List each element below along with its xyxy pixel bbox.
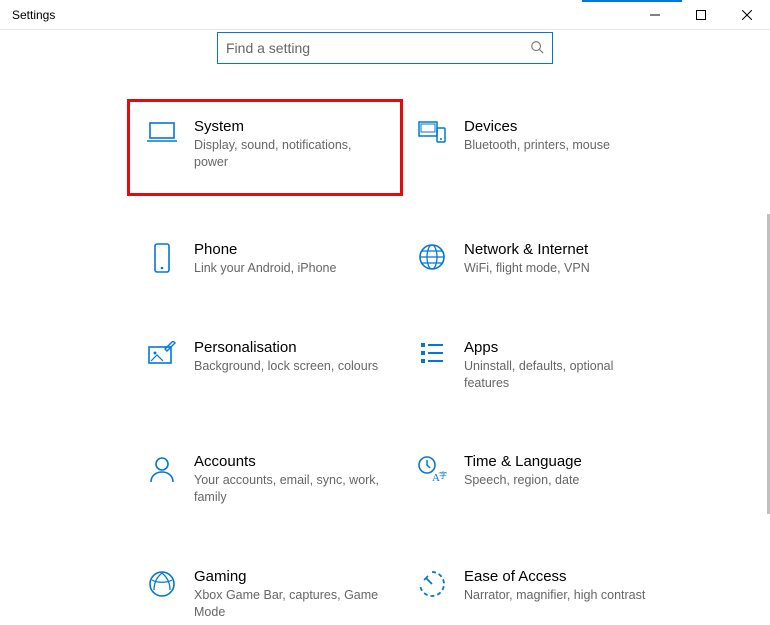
tile-title: Ease of Access	[464, 568, 645, 585]
tile-title: Phone	[194, 241, 336, 258]
ease-of-access-icon	[408, 568, 456, 598]
maximize-icon	[696, 10, 706, 20]
network-icon	[408, 241, 456, 271]
tile-desc: Narrator, magnifier, high contrast	[464, 587, 645, 604]
tile-phone[interactable]: Phone Link your Android, iPhone	[130, 237, 400, 281]
tile-title: Devices	[464, 118, 610, 135]
tile-time-language[interactable]: A字 Time & Language Speech, region, date	[400, 449, 670, 510]
phone-icon	[138, 241, 186, 273]
tile-desc: Xbox Game Bar, captures, Game Mode	[194, 587, 388, 621]
apps-icon	[408, 339, 456, 365]
tile-desc: Bluetooth, printers, mouse	[464, 137, 610, 154]
svg-text:字: 字	[439, 470, 447, 480]
tile-title: System	[194, 118, 388, 135]
system-icon	[138, 118, 186, 144]
tile-desc: Display, sound, notifications, power	[194, 137, 388, 171]
tile-apps[interactable]: Apps Uninstall, defaults, optional featu…	[400, 335, 670, 396]
tile-system[interactable]: System Display, sound, notifications, po…	[130, 102, 400, 193]
tile-title: Network & Internet	[464, 241, 590, 258]
search-input[interactable]	[226, 40, 530, 56]
tile-desc: Uninstall, defaults, optional features	[464, 358, 658, 392]
tile-devices[interactable]: Devices Bluetooth, printers, mouse	[400, 114, 670, 183]
accounts-icon	[138, 453, 186, 483]
tile-desc: Speech, region, date	[464, 472, 582, 489]
tile-title: Apps	[464, 339, 658, 356]
tile-title: Time & Language	[464, 453, 582, 470]
tile-title: Accounts	[194, 453, 388, 470]
minimize-icon	[650, 10, 660, 20]
tile-title: Personalisation	[194, 339, 378, 356]
tile-desc: Link your Android, iPhone	[194, 260, 336, 277]
close-button[interactable]	[724, 0, 770, 30]
tile-ease-of-access[interactable]: Ease of Access Narrator, magnifier, high…	[400, 564, 670, 625]
search-box[interactable]	[217, 32, 553, 64]
tile-personalisation[interactable]: Personalisation Background, lock screen,…	[130, 335, 400, 396]
minimize-button[interactable]	[632, 0, 678, 30]
tile-desc: Your accounts, email, sync, work, family	[194, 472, 388, 506]
search-icon	[530, 40, 544, 57]
personalisation-icon	[138, 339, 186, 367]
maximize-button[interactable]	[678, 0, 724, 30]
window-controls	[632, 0, 770, 30]
tile-desc: WiFi, flight mode, VPN	[464, 260, 590, 277]
tile-desc: Background, lock screen, colours	[194, 358, 378, 375]
close-icon	[742, 10, 752, 20]
titlebar: Settings	[0, 0, 770, 30]
tile-gaming[interactable]: Gaming Xbox Game Bar, captures, Game Mod…	[130, 564, 400, 625]
devices-icon	[408, 118, 456, 146]
window-title: Settings	[0, 8, 55, 22]
time-language-icon: A字	[408, 453, 456, 483]
gaming-icon	[138, 568, 186, 598]
tile-network[interactable]: Network & Internet WiFi, flight mode, VP…	[400, 237, 670, 281]
tile-accounts[interactable]: Accounts Your accounts, email, sync, wor…	[130, 449, 400, 510]
settings-grid: System Display, sound, notifications, po…	[0, 114, 770, 625]
tile-title: Gaming	[194, 568, 388, 585]
